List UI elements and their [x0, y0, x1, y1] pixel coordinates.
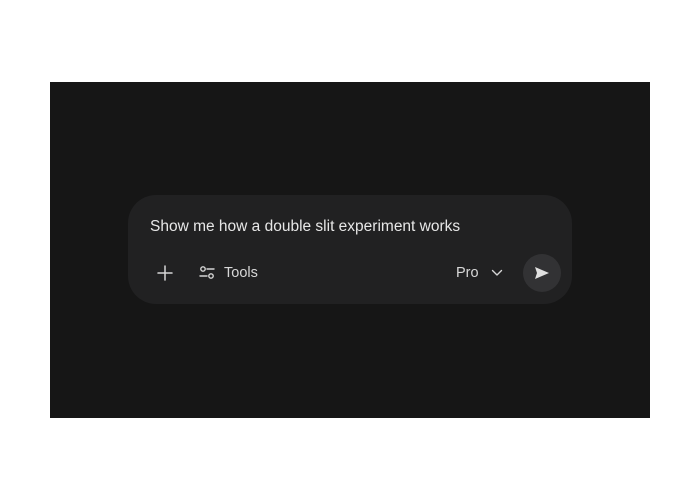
tools-button[interactable]: Tools — [190, 256, 266, 290]
prompt-composer: Show me how a double slit experiment wor… — [128, 195, 572, 304]
app-window: Show me how a double slit experiment wor… — [50, 82, 650, 418]
prompt-input[interactable]: Show me how a double slit experiment wor… — [150, 215, 552, 239]
send-button[interactable] — [523, 254, 561, 292]
plus-icon — [157, 265, 173, 281]
model-label: Pro — [456, 265, 479, 281]
chevron-down-icon — [491, 269, 503, 277]
sliders-icon — [198, 265, 216, 281]
composer-toolbar: Tools Pro — [128, 254, 572, 292]
tools-label: Tools — [224, 265, 258, 281]
model-select[interactable]: Pro — [446, 256, 513, 290]
send-icon — [534, 266, 550, 280]
add-button[interactable] — [148, 256, 182, 290]
